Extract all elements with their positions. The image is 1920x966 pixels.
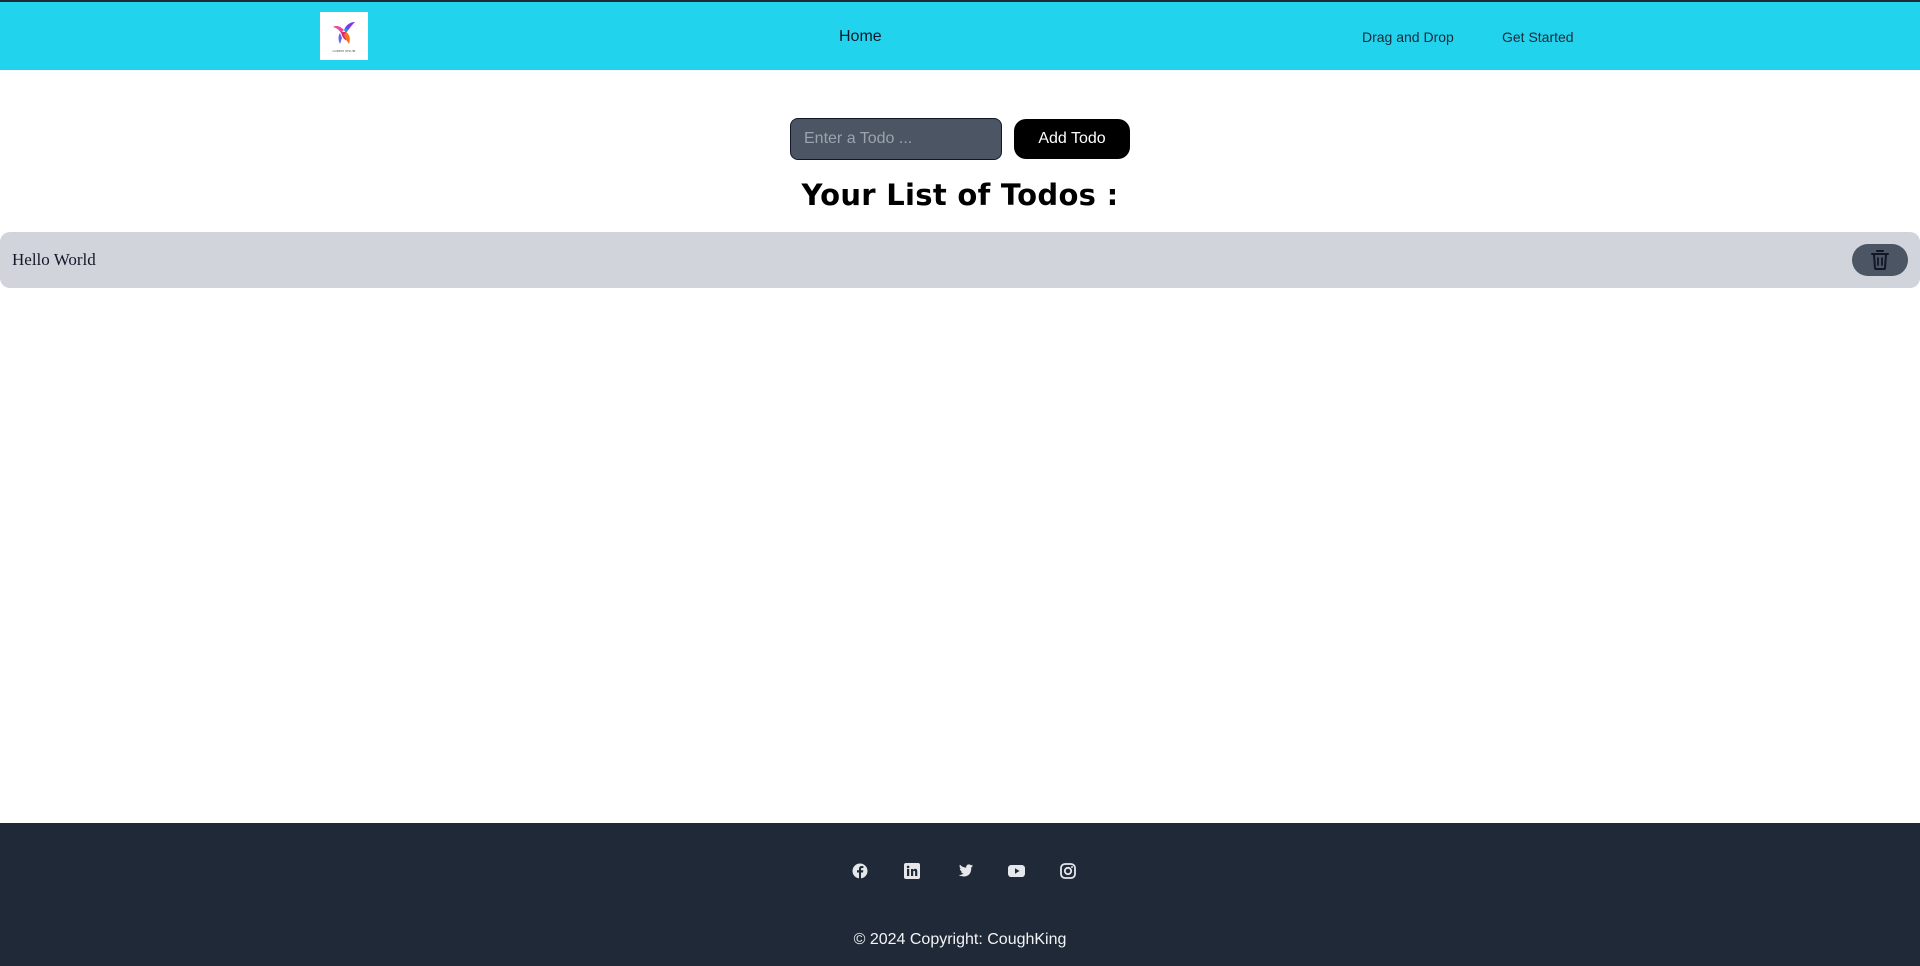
bird-logo-icon [333, 21, 355, 44]
logo[interactable]: LOREM IPSUM [320, 12, 368, 60]
todo-item-text: Hello World [12, 250, 96, 269]
todo-input[interactable] [790, 118, 1002, 160]
nav-drag-and-drop-link[interactable]: Drag and Drop [1362, 29, 1454, 45]
delete-todo-button[interactable] [1852, 244, 1908, 276]
youtube-link[interactable] [990, 857, 1042, 885]
nav-home-link[interactable]: Home [839, 28, 882, 46]
facebook-icon [852, 863, 868, 879]
todo-list-heading: Your List of Todos : [801, 178, 1119, 212]
instagram-icon [1060, 863, 1076, 879]
logo-text: LOREM IPSUM [332, 48, 356, 53]
nav-get-started-link[interactable]: Get Started [1502, 29, 1574, 45]
youtube-icon [1007, 865, 1025, 877]
twitter-link[interactable] [938, 857, 990, 885]
social-links [834, 857, 1094, 885]
trash-icon [1871, 250, 1889, 270]
navbar: LOREM IPSUM Home Drag and Drop Get Start… [0, 2, 1920, 70]
add-todo-button[interactable]: Add Todo [1014, 119, 1130, 159]
copyright-text: © 2024 Copyright: CoughKing [853, 931, 1067, 948]
linkedin-icon [904, 863, 920, 879]
todo-item: Hello World [0, 232, 1920, 288]
facebook-link[interactable] [834, 857, 886, 885]
instagram-link[interactable] [1042, 857, 1094, 885]
twitter-icon [958, 864, 973, 877]
footer: © 2024 Copyright: CoughKing [0, 823, 1920, 966]
linkedin-link[interactable] [886, 857, 938, 885]
